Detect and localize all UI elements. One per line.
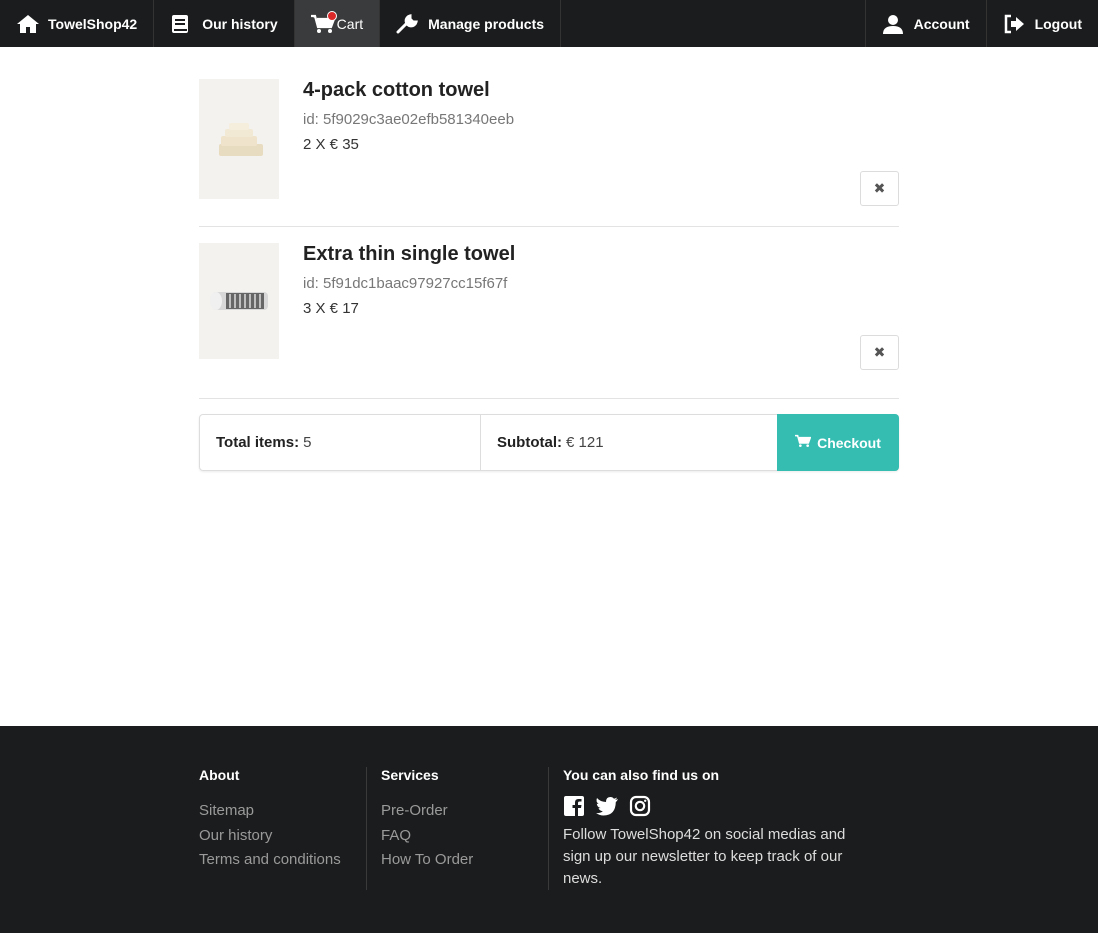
cart-item: 4-pack cotton towel id: 5f9029c3ae02efb5…: [199, 79, 899, 206]
item-title: Extra thin single towel: [303, 243, 516, 265]
nav-logout[interactable]: Logout: [985, 0, 1098, 47]
footer-about: About Sitemap Our history Terms and cond…: [199, 767, 367, 890]
facebook-icon[interactable]: [563, 795, 585, 822]
nav-our-history[interactable]: Our history: [154, 0, 295, 47]
footer-link-how-to-order[interactable]: How To Order: [381, 848, 548, 873]
footer: About Sitemap Our history Terms and cond…: [0, 726, 1098, 933]
product-image: [199, 79, 279, 199]
item-info: Extra thin single towel id: 5f91dc1baac9…: [279, 243, 515, 359]
item-title: 4-pack cotton towel: [303, 79, 490, 101]
footer-services-heading: Services: [381, 767, 439, 783]
footer-social: You can also find us on Follow TowelShop…: [563, 767, 863, 890]
cart-icon: [795, 434, 812, 451]
brand-label: TowelShop42: [48, 15, 138, 32]
social-icons: [563, 795, 863, 822]
divider: [199, 398, 899, 399]
user-icon: [882, 14, 904, 34]
item-id: id: 5f91dc1baac97927cc15f67f: [303, 275, 508, 292]
sign-out-icon: [1003, 14, 1025, 34]
subtotal: Subtotal: € 121: [481, 415, 777, 470]
footer-about-heading: About: [199, 767, 240, 783]
remove-item-button[interactable]: ✖: [860, 171, 899, 206]
subtotal-label: Subtotal:: [497, 434, 562, 451]
book-icon: [170, 14, 192, 34]
total-items-label: Total items:: [216, 434, 300, 451]
item-quantity-price: 3 X € 17: [303, 300, 359, 317]
cart-list: 4-pack cotton towel id: 5f9029c3ae02efb5…: [199, 79, 899, 399]
footer-link-sitemap[interactable]: Sitemap: [199, 799, 366, 824]
footer-services: Services Pre-Order FAQ How To Order: [381, 767, 549, 890]
logout-label: Logout: [1034, 15, 1082, 32]
close-icon: ✖: [873, 180, 886, 196]
twitter-icon[interactable]: [595, 795, 619, 822]
nav-home[interactable]: TowelShop42: [0, 0, 155, 47]
total-items-value: 5: [303, 434, 312, 451]
cart-badge: [326, 10, 337, 21]
product-image: [199, 243, 279, 359]
item-info: 4-pack cotton towel id: 5f9029c3ae02efb5…: [279, 79, 514, 199]
footer-link-our-history[interactable]: Our history: [199, 824, 366, 849]
subtotal-value: € 121: [566, 434, 604, 451]
cart-label: Cart: [336, 15, 364, 32]
remove-item-button[interactable]: ✖: [860, 335, 899, 370]
instagram-icon[interactable]: [629, 795, 651, 822]
footer-link-terms[interactable]: Terms and conditions: [199, 848, 366, 873]
nav-cart[interactable]: Cart: [294, 0, 381, 47]
checkout-button[interactable]: Checkout: [777, 414, 899, 471]
cart-summary: Total items: 5 Subtotal: € 121 Checkout: [199, 414, 899, 471]
cart-item: Extra thin single towel id: 5f91dc1baac9…: [199, 243, 899, 370]
nav-manage-products[interactable]: Manage products: [380, 0, 562, 47]
nav-account[interactable]: Account: [864, 0, 986, 47]
footer-link-faq[interactable]: FAQ: [381, 824, 548, 849]
account-label: Account: [913, 15, 970, 32]
our-history-label: Our history: [202, 15, 278, 32]
footer-link-pre-order[interactable]: Pre-Order: [381, 799, 548, 824]
divider: [199, 226, 899, 227]
item-quantity-price: 2 X € 35: [303, 136, 359, 153]
top-nav: TowelShop42 Our history Cart Manage prod…: [0, 0, 1098, 47]
manage-products-label: Manage products: [428, 15, 545, 32]
checkout-label: Checkout: [817, 434, 881, 451]
total-items: Total items: 5: [200, 415, 481, 470]
wrench-icon: [396, 13, 419, 34]
footer-social-heading: You can also find us on: [563, 767, 720, 783]
item-id: id: 5f9029c3ae02efb581340eeb: [303, 111, 515, 128]
home-icon: [16, 14, 39, 34]
close-icon: ✖: [873, 344, 886, 360]
social-description: Follow TowelShop42 on social medias and …: [563, 826, 846, 887]
cart-icon: [310, 10, 337, 34]
nav-right: Account Logout: [864, 0, 1098, 47]
